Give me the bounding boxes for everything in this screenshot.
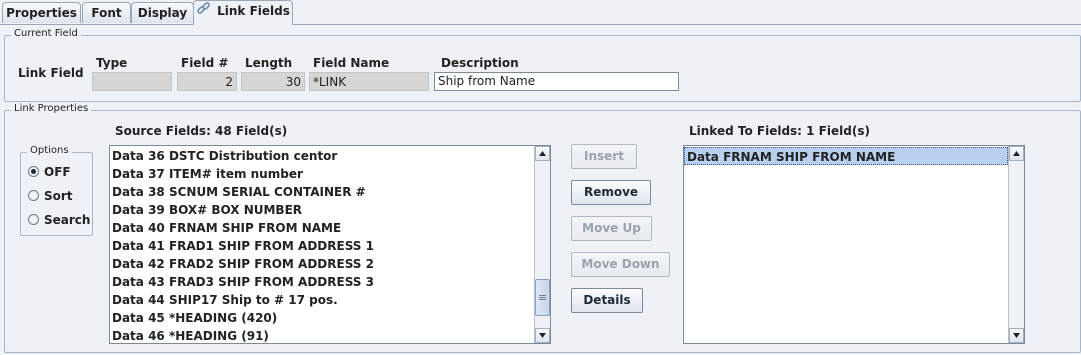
description-input[interactable]: Ship from Name [434,72,679,91]
list-item[interactable]: Data 42 FRAD2 SHIP FROM ADDRESS 2 [110,255,534,273]
source-scrollbar[interactable] [534,146,550,343]
move-up-button[interactable]: Move Up [571,216,652,241]
list-item[interactable]: Data FRNAM SHIP FROM NAME [684,147,1008,165]
scroll-thumb[interactable] [535,279,550,316]
current-field-group: Current Field [4,28,1081,102]
description-label: Description [441,56,519,70]
source-fields-list[interactable]: Data 36 DSTC Distribution centor Data 37 … [109,145,551,344]
link-icon [196,1,211,22]
field-name-field: *LINK [309,72,429,91]
list-item[interactable]: Data 36 DSTC Distribution centor [110,147,534,165]
list-item[interactable]: Data 37 ITEM# item number [110,165,534,183]
list-item[interactable]: Data 44 SHIP17 Ship to # 17 pos. [110,291,534,309]
type-field [92,72,172,91]
scroll-down-arrow[interactable] [1009,328,1024,343]
tab-properties[interactable]: Properties [2,2,81,23]
radio-button[interactable] [28,214,39,225]
tab-label: Display [137,6,188,20]
radio-label: Sort [44,189,73,203]
list-item[interactable]: Data 41 FRAD1 SHIP FROM ADDRESS 1 [110,237,534,255]
tab-display[interactable]: Display [131,2,194,23]
tab-font[interactable]: Font [82,2,131,23]
list-item[interactable]: Data 39 BOX# BOX NUMBER [110,201,534,219]
list-item[interactable]: Data 43 FRAD3 SHIP FROM ADDRESS 3 [110,273,534,291]
tab-bar: Properties Font Display Link Fields [0,0,1081,25]
link-field-label: Link Field [18,66,84,80]
list-item[interactable]: Data 38 SCNUM SERIAL CONTAINER # [110,183,534,201]
tab-label: Link Fields [217,4,290,18]
field-number-field: 2 [177,72,237,91]
list-item[interactable]: Data 40 FRNAM SHIP FROM NAME [110,219,534,237]
type-label: Type [96,56,128,70]
radio-label: OFF [44,165,71,179]
linked-fields-list[interactable]: Data FRNAM SHIP FROM NAME [683,145,1025,344]
radio-label: Search [44,213,91,227]
group-title: Current Field [11,28,81,39]
group-title: Options [27,145,72,156]
move-down-button[interactable]: Move Down [571,252,670,277]
field-number-label: Field # [181,56,229,70]
list-item[interactable]: Data 46 *HEADING (91) [110,327,534,343]
details-button[interactable]: Details [571,288,643,313]
scroll-up-arrow[interactable] [1009,146,1024,161]
radio-button[interactable] [28,190,39,201]
remove-button[interactable]: Remove [571,180,651,205]
source-fields-heading: Source Fields: 48 Field(s) [115,124,288,138]
tab-link-fields[interactable]: Link Fields [193,0,293,25]
insert-button[interactable]: Insert [571,144,637,169]
scroll-down-arrow[interactable] [535,328,550,343]
scroll-up-arrow[interactable] [535,146,550,161]
tab-label: Properties [6,6,77,20]
linked-fields-heading: Linked To Fields: 1 Field(s) [689,124,870,138]
radio-button[interactable] [28,166,39,177]
list-item[interactable]: Data 45 *HEADING (420) [110,309,534,327]
length-field: 30 [241,72,305,91]
field-name-label: Field Name [313,56,390,70]
group-title: Link Properties [11,103,92,114]
tab-label: Font [91,6,122,20]
length-label: Length [245,56,293,70]
linked-scrollbar[interactable] [1008,146,1024,343]
